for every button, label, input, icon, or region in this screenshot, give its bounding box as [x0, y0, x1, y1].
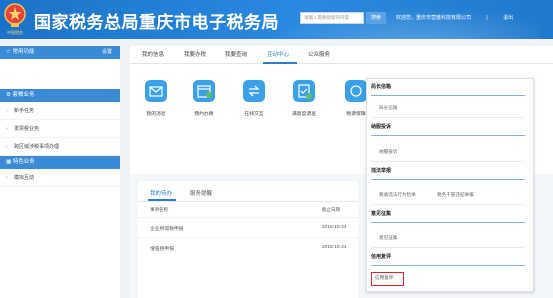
menu-head-report: 违法举报: [371, 168, 392, 174]
active-tab-indicator: [263, 62, 297, 64]
tab-my-info[interactable]: 我的信息: [142, 50, 164, 58]
sidebar-item-invoice[interactable]: 发票税业务: [0, 120, 120, 138]
sidebar-head-label: 套餐业务: [12, 92, 35, 98]
mail-icon: [145, 80, 167, 102]
table-row-name[interactable]: 增值税申报: [150, 245, 174, 252]
sidebar-item-simulation[interactable]: 模拟互动: [0, 169, 120, 187]
menu-item-credit-review[interactable]: 信用复评: [375, 275, 393, 281]
sidebar-item-newbie[interactable]: 新手任务: [0, 102, 120, 120]
menu-item-director-mailbox[interactable]: 局长信箱: [379, 105, 397, 111]
exchange-icon: [243, 80, 265, 102]
table-row-name[interactable]: 企业所得税申报: [150, 225, 184, 232]
icon-label: 满意度调查: [292, 112, 316, 117]
tab-query[interactable]: 我要查询: [225, 50, 247, 58]
emblem-text: 中国税务: [7, 30, 23, 35]
top-header: 中国税务 国家税务总局重庆市电子税务局 请输入需要搜索的内容 搜索 欢迎您，重庆…: [0, 0, 553, 39]
col-item-name: 事项名称: [150, 207, 168, 212]
tab-service-reminder[interactable]: 服务提醒: [190, 189, 212, 197]
sidebar-common-head[interactable]: ☆ 常用功能 设置: [0, 46, 120, 59]
col-deadline: 截止日期: [322, 207, 340, 212]
menu-head-credit: 信用复评: [371, 254, 392, 260]
menu-item-opinion[interactable]: 意见征集: [379, 235, 397, 241]
interaction-dropdown-menu: 局长信箱 局长信箱 纳服投诉 纳服投诉 违法举报 税收违法行为检举 税务干部违纪…: [366, 78, 534, 292]
icon-my-messages[interactable]: 我的消息: [134, 80, 178, 117]
sidebar-head-label: 常用功能: [12, 49, 35, 55]
icon-label: 我的消息: [146, 112, 166, 117]
divider: |: [486, 15, 488, 21]
calendar-icon: [193, 80, 215, 102]
todo-panel: 我的待办 服务提醒 事项名称 截止日期 企业所得税申报 2018-10-24 增…: [138, 181, 358, 298]
menu-item-cadre-report[interactable]: 税务干部违纪举报: [437, 192, 474, 198]
sidebar-head-label: 特色业务: [12, 159, 35, 165]
user-info: 欢迎您，重庆市营盛科技有限公司 | 退出: [396, 14, 513, 21]
icon-appointment[interactable]: 预约办税: [182, 80, 226, 117]
sidebar-item-cross-region[interactable]: 跨区域涉税事项办理: [0, 138, 120, 156]
table-row-date: 2018-10-24: [322, 245, 347, 250]
user-name: 欢迎您，重庆市营盛科技有限公司: [396, 15, 472, 21]
menu-item-illegal-report[interactable]: 税收违法行为检举: [379, 192, 416, 198]
tab-my-todo[interactable]: 我的待办: [150, 189, 172, 197]
search-button[interactable]: 搜索: [366, 12, 386, 24]
icon-label: 预约办税: [194, 112, 214, 117]
shield-icon: [345, 80, 367, 102]
icon-online-interaction[interactable]: 在线交互: [232, 80, 276, 117]
tab-public[interactable]: 公众服务: [308, 50, 330, 58]
tab-interaction[interactable]: 互动中心: [267, 50, 289, 58]
search-input[interactable]: 请输入需要搜索的内容: [300, 12, 364, 24]
grid-icon: ▦: [6, 159, 13, 165]
sidebar-package-head[interactable]: ⚙ 套餐业务: [0, 89, 120, 102]
icon-label: 在线交互: [244, 112, 264, 117]
menu-head-complaint: 纳服投诉: [371, 124, 392, 130]
sidebar-special-head[interactable]: ▦ 特色业务: [0, 156, 120, 169]
tax-emblem-icon: [4, 3, 26, 27]
menu-head-director-mailbox: 局长信箱: [371, 84, 392, 90]
main-tabs: 我的信息 我要办税 我要查询 互动中心 公众服务: [130, 46, 553, 64]
sidebar: ☆ 常用功能 设置 ⚙ 套餐业务 新手任务 发票税业务 跨区域涉税事项办理 ▦ …: [0, 46, 120, 298]
sidebar-settings-link[interactable]: 设置: [102, 46, 112, 59]
logout-link[interactable]: 退出: [503, 15, 513, 21]
menu-head-opinion: 意见征集: [371, 211, 392, 217]
tab-do-tax[interactable]: 我要办税: [184, 50, 206, 58]
survey-icon: [293, 80, 315, 102]
table-row-date: 2018-10-24: [322, 225, 347, 230]
menu-item-complaint[interactable]: 纳服投诉: [379, 149, 397, 155]
icon-satisfaction[interactable]: 满意度调查: [282, 80, 326, 117]
site-title: 国家税务总局重庆市电子税务局: [34, 13, 279, 32]
